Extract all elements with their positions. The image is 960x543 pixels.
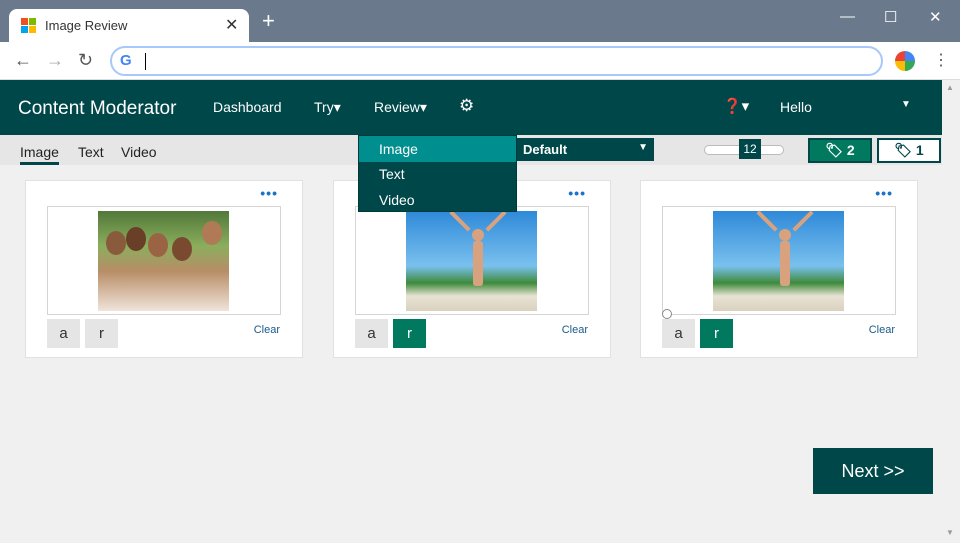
maximize-button[interactable]: ☐: [884, 8, 897, 26]
face-shape: [172, 237, 192, 261]
face-shape: [148, 233, 168, 257]
person-figure: [449, 210, 507, 299]
face-shape: [202, 221, 222, 245]
tab-video[interactable]: Video: [121, 144, 157, 160]
face-shape: [106, 231, 126, 255]
profile-avatar[interactable]: [895, 51, 915, 71]
nav-try[interactable]: Try▾: [314, 99, 341, 116]
review-card: ••• a r Clear: [25, 180, 303, 358]
clear-link[interactable]: Clear: [254, 324, 280, 336]
menu-item-video[interactable]: Video: [359, 187, 516, 213]
reload-icon[interactable]: ↻: [78, 50, 93, 71]
scroll-up-icon[interactable]: ▲: [946, 83, 954, 92]
gear-icon[interactable]: ⚙: [459, 96, 474, 116]
scroll-down-icon[interactable]: ▼: [946, 528, 954, 537]
nav-dashboard[interactable]: Dashboard: [213, 99, 282, 115]
beach-photo[interactable]: [713, 210, 844, 311]
reject-button[interactable]: r: [700, 319, 733, 348]
browser-tabstrip: Image Review ✕ + — ☐ ✕: [0, 0, 960, 42]
forward-icon[interactable]: →: [46, 50, 64, 71]
more-icon[interactable]: •••: [260, 185, 278, 201]
chevron-down-icon[interactable]: ▼: [901, 99, 911, 110]
review-card: ••• a r Clear: [640, 180, 918, 358]
chevron-down-icon: ▼: [638, 142, 648, 153]
team-select-value: Default: [523, 142, 568, 157]
tab-image[interactable]: Image: [20, 144, 59, 165]
back-icon[interactable]: ←: [14, 50, 32, 71]
tags-reviewed-button[interactable]: 🏷 2: [808, 138, 872, 163]
person-figure: [756, 210, 814, 299]
browser-toolbar: ← → ↻ G ⋮: [0, 42, 960, 80]
approve-button[interactable]: a: [662, 319, 695, 348]
minimize-button[interactable]: —: [840, 8, 855, 25]
user-greeting[interactable]: Hello: [780, 99, 812, 115]
clear-link[interactable]: Clear: [869, 324, 895, 336]
tab-close-icon[interactable]: ✕: [225, 15, 238, 35]
menu-item-image[interactable]: Image: [359, 136, 516, 162]
new-tab-button[interactable]: +: [262, 10, 275, 32]
window-close-button[interactable]: ✕: [929, 8, 942, 26]
clear-link[interactable]: Clear: [562, 324, 588, 336]
text-caret: [145, 53, 146, 70]
nav-review[interactable]: Review▾: [374, 99, 427, 116]
more-icon[interactable]: •••: [875, 185, 893, 201]
approve-button[interactable]: a: [47, 319, 80, 348]
reject-button[interactable]: r: [85, 319, 118, 348]
menu-item-text[interactable]: Text: [359, 161, 516, 187]
tags-pending-button[interactable]: 🏷 1: [877, 138, 941, 163]
reject-button[interactable]: r: [393, 319, 426, 348]
approve-button[interactable]: a: [355, 319, 388, 348]
help-icon[interactable]: ❓▾: [723, 97, 749, 115]
family-photo[interactable]: [98, 211, 229, 311]
face-shape: [126, 227, 146, 251]
review-dropdown-menu: Image Text Video: [358, 135, 517, 212]
more-icon[interactable]: •••: [568, 185, 586, 201]
team-select[interactable]: Default ▼: [516, 138, 654, 161]
beach-photo[interactable]: [406, 210, 537, 311]
google-icon: G: [120, 52, 132, 69]
image-frame: [662, 206, 896, 315]
next-button[interactable]: Next >>: [813, 448, 933, 494]
image-frame: [355, 206, 589, 315]
image-frame: [47, 206, 281, 315]
radio-circle[interactable]: [662, 309, 672, 319]
microsoft-logo-icon: [21, 18, 36, 33]
tab-title: Image Review: [45, 18, 128, 33]
browser-menu-icon[interactable]: ⋮: [933, 50, 949, 70]
address-bar[interactable]: G: [110, 46, 883, 76]
tab-text[interactable]: Text: [78, 144, 104, 160]
app-header: Content Moderator Dashboard Try▾ Review▾…: [0, 80, 942, 135]
app-title: Content Moderator: [18, 98, 177, 119]
slider-value[interactable]: 12: [739, 139, 761, 159]
browser-tab[interactable]: Image Review ✕: [9, 9, 249, 42]
